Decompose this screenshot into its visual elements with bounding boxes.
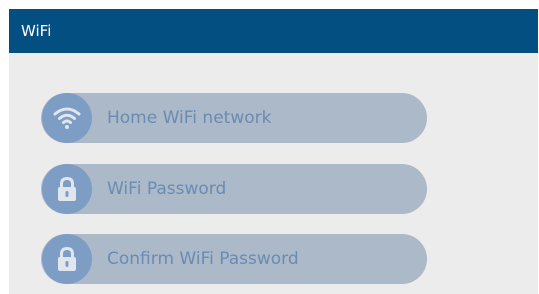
confirm-wifi-password-field[interactable]: Confirm WiFi Password [41, 234, 427, 284]
lock-icon [42, 164, 92, 214]
app-header: WiFi [9, 9, 538, 53]
wifi-network-field[interactable]: Home WiFi network [41, 93, 427, 143]
page-title: WiFi [21, 22, 52, 40]
wifi-network-placeholder: Home WiFi network [107, 108, 272, 128]
wifi-password-placeholder: WiFi Password [107, 179, 227, 199]
wifi-icon [42, 93, 92, 143]
lock-icon [42, 234, 92, 284]
app-frame: WiFi Home WiFi network WiFi Password Con… [9, 9, 538, 294]
wifi-password-input-bg[interactable] [41, 164, 427, 214]
wifi-password-field[interactable]: WiFi Password [41, 164, 427, 214]
confirm-password-placeholder: Confirm WiFi Password [107, 249, 299, 269]
